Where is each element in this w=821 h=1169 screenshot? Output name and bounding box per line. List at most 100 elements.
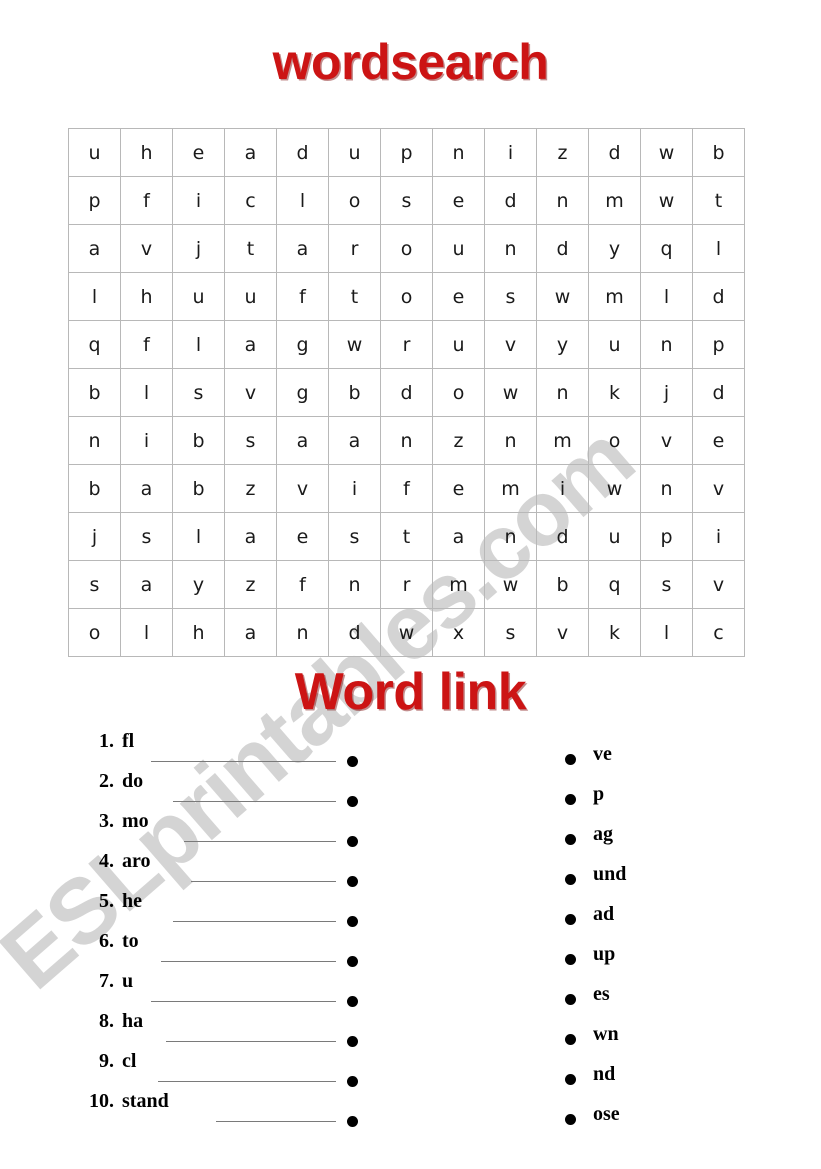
- wordsearch-cell[interactable]: n: [484, 224, 537, 273]
- wordsearch-cell[interactable]: u: [328, 128, 381, 177]
- wordsearch-cell[interactable]: q: [640, 224, 693, 273]
- wordsearch-cell[interactable]: e: [432, 464, 485, 513]
- wordlink-right-item[interactable]: up: [565, 942, 785, 982]
- wordsearch-cell[interactable]: p: [692, 320, 745, 369]
- wordsearch-cell[interactable]: b: [68, 368, 121, 417]
- wordsearch-cell[interactable]: a: [68, 224, 121, 273]
- wordlink-left-item[interactable]: 3. mo: [78, 808, 358, 848]
- wordsearch-cell[interactable]: e: [172, 128, 225, 177]
- wordsearch-cell[interactable]: p: [640, 512, 693, 561]
- wordsearch-cell[interactable]: w: [536, 272, 589, 321]
- wordsearch-cell[interactable]: f: [120, 320, 173, 369]
- wordlink-left-item[interactable]: 6. to: [78, 928, 358, 968]
- wordlink-left-item[interactable]: 8. ha: [78, 1008, 358, 1048]
- wordsearch-cell[interactable]: v: [276, 464, 329, 513]
- wordsearch-cell[interactable]: q: [68, 320, 121, 369]
- wordlink-answer-blank[interactable]: [161, 961, 336, 962]
- wordsearch-cell[interactable]: d: [328, 608, 381, 657]
- wordsearch-cell[interactable]: i: [172, 176, 225, 225]
- wordsearch-cell[interactable]: n: [536, 176, 589, 225]
- wordlink-right-connector-dot[interactable]: [565, 1034, 576, 1045]
- wordsearch-cell[interactable]: s: [484, 272, 537, 321]
- wordsearch-cell[interactable]: b: [536, 560, 589, 609]
- wordlink-right-connector-dot[interactable]: [565, 1114, 576, 1125]
- wordsearch-cell[interactable]: j: [172, 224, 225, 273]
- wordsearch-cell[interactable]: i: [328, 464, 381, 513]
- wordsearch-cell[interactable]: n: [484, 512, 537, 561]
- wordsearch-cell[interactable]: w: [484, 368, 537, 417]
- wordlink-right-item[interactable]: und: [565, 862, 785, 902]
- wordsearch-cell[interactable]: a: [328, 416, 381, 465]
- wordsearch-cell[interactable]: w: [328, 320, 381, 369]
- wordsearch-cell[interactable]: c: [224, 176, 277, 225]
- wordsearch-cell[interactable]: z: [224, 560, 277, 609]
- wordlink-answer-blank[interactable]: [173, 801, 336, 802]
- wordsearch-cell[interactable]: t: [692, 176, 745, 225]
- wordsearch-cell[interactable]: a: [224, 128, 277, 177]
- wordsearch-cell[interactable]: o: [380, 224, 433, 273]
- wordsearch-cell[interactable]: n: [276, 608, 329, 657]
- wordlink-left-item[interactable]: 10. stand: [78, 1088, 358, 1128]
- wordsearch-cell[interactable]: i: [120, 416, 173, 465]
- wordsearch-cell[interactable]: d: [588, 128, 641, 177]
- wordlink-left-connector-dot[interactable]: [347, 1036, 358, 1047]
- wordsearch-cell[interactable]: a: [224, 608, 277, 657]
- wordsearch-cell[interactable]: s: [640, 560, 693, 609]
- wordlink-left-connector-dot[interactable]: [347, 756, 358, 767]
- wordsearch-cell[interactable]: z: [432, 416, 485, 465]
- wordsearch-cell[interactable]: s: [172, 368, 225, 417]
- wordsearch-cell[interactable]: h: [120, 272, 173, 321]
- wordsearch-cell[interactable]: b: [172, 416, 225, 465]
- wordsearch-cell[interactable]: v: [484, 320, 537, 369]
- wordsearch-cell[interactable]: a: [224, 512, 277, 561]
- wordlink-right-item[interactable]: ag: [565, 822, 785, 862]
- wordsearch-cell[interactable]: s: [68, 560, 121, 609]
- wordsearch-cell[interactable]: w: [640, 176, 693, 225]
- wordlink-right-item[interactable]: wn: [565, 1022, 785, 1062]
- wordsearch-cell[interactable]: l: [120, 608, 173, 657]
- wordsearch-cell[interactable]: p: [68, 176, 121, 225]
- wordsearch-cell[interactable]: b: [328, 368, 381, 417]
- wordsearch-cell[interactable]: r: [380, 560, 433, 609]
- wordlink-right-item[interactable]: ve: [565, 742, 785, 782]
- wordsearch-cell[interactable]: a: [432, 512, 485, 561]
- wordsearch-cell[interactable]: l: [172, 512, 225, 561]
- wordsearch-cell[interactable]: m: [588, 176, 641, 225]
- wordlink-right-connector-dot[interactable]: [565, 1074, 576, 1085]
- wordsearch-cell[interactable]: k: [588, 608, 641, 657]
- wordsearch-cell[interactable]: l: [68, 272, 121, 321]
- wordsearch-cell[interactable]: e: [692, 416, 745, 465]
- wordsearch-cell[interactable]: l: [276, 176, 329, 225]
- wordsearch-cell[interactable]: i: [484, 128, 537, 177]
- wordsearch-cell[interactable]: v: [692, 464, 745, 513]
- wordlink-left-connector-dot[interactable]: [347, 956, 358, 967]
- wordlink-left-connector-dot[interactable]: [347, 796, 358, 807]
- wordsearch-cell[interactable]: h: [120, 128, 173, 177]
- wordsearch-cell[interactable]: e: [276, 512, 329, 561]
- wordlink-left-connector-dot[interactable]: [347, 836, 358, 847]
- wordsearch-cell[interactable]: u: [224, 272, 277, 321]
- wordlink-left-connector-dot[interactable]: [347, 996, 358, 1007]
- wordsearch-cell[interactable]: b: [68, 464, 121, 513]
- wordsearch-cell[interactable]: n: [640, 320, 693, 369]
- wordsearch-cell[interactable]: d: [276, 128, 329, 177]
- wordsearch-cell[interactable]: f: [380, 464, 433, 513]
- wordsearch-cell[interactable]: e: [432, 176, 485, 225]
- wordsearch-cell[interactable]: x: [432, 608, 485, 657]
- wordlink-right-connector-dot[interactable]: [565, 874, 576, 885]
- wordsearch-cell[interactable]: r: [328, 224, 381, 273]
- wordsearch-cell[interactable]: b: [172, 464, 225, 513]
- wordsearch-cell[interactable]: e: [432, 272, 485, 321]
- wordlink-left-item[interactable]: 5. he: [78, 888, 358, 928]
- wordlink-left-item[interactable]: 1. fl: [78, 728, 358, 768]
- wordsearch-cell[interactable]: l: [172, 320, 225, 369]
- wordsearch-cell[interactable]: s: [328, 512, 381, 561]
- wordsearch-cell[interactable]: y: [588, 224, 641, 273]
- wordsearch-cell[interactable]: f: [276, 560, 329, 609]
- wordsearch-cell[interactable]: u: [172, 272, 225, 321]
- wordsearch-cell[interactable]: w: [640, 128, 693, 177]
- wordlink-left-connector-dot[interactable]: [347, 916, 358, 927]
- wordsearch-cell[interactable]: w: [380, 608, 433, 657]
- wordsearch-cell[interactable]: n: [640, 464, 693, 513]
- wordsearch-cell[interactable]: q: [588, 560, 641, 609]
